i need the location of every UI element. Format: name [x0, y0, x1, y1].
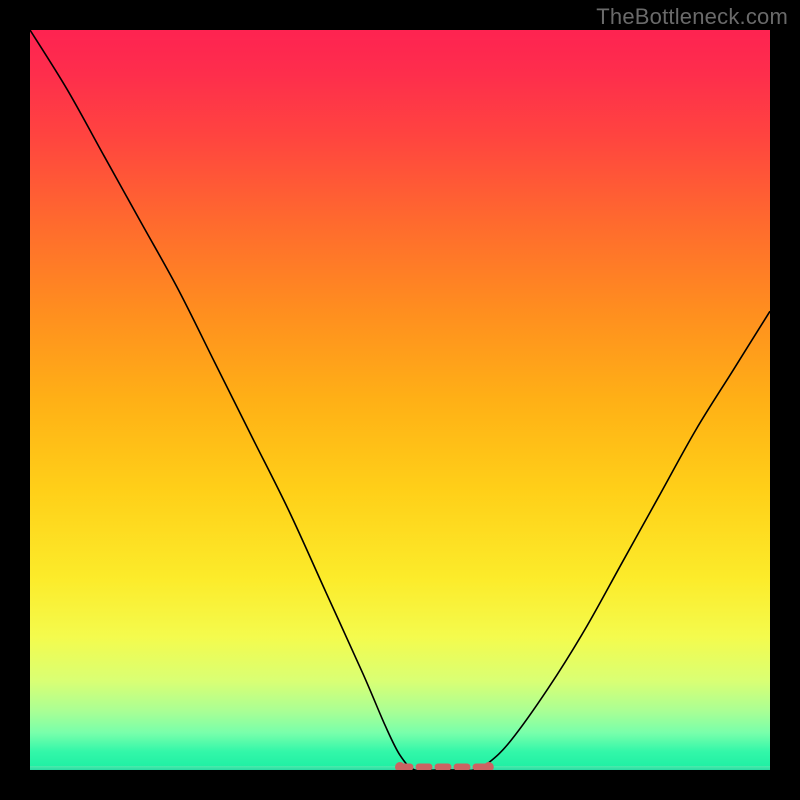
- flat-region-end-dot: [484, 762, 494, 770]
- plot-area: [30, 30, 770, 770]
- bottleneck-curve: [30, 30, 770, 770]
- watermark-text: TheBottleneck.com: [596, 4, 788, 30]
- curve-svg: [30, 30, 770, 770]
- flat-region-start-dot: [395, 762, 405, 770]
- chart-frame: TheBottleneck.com: [0, 0, 800, 800]
